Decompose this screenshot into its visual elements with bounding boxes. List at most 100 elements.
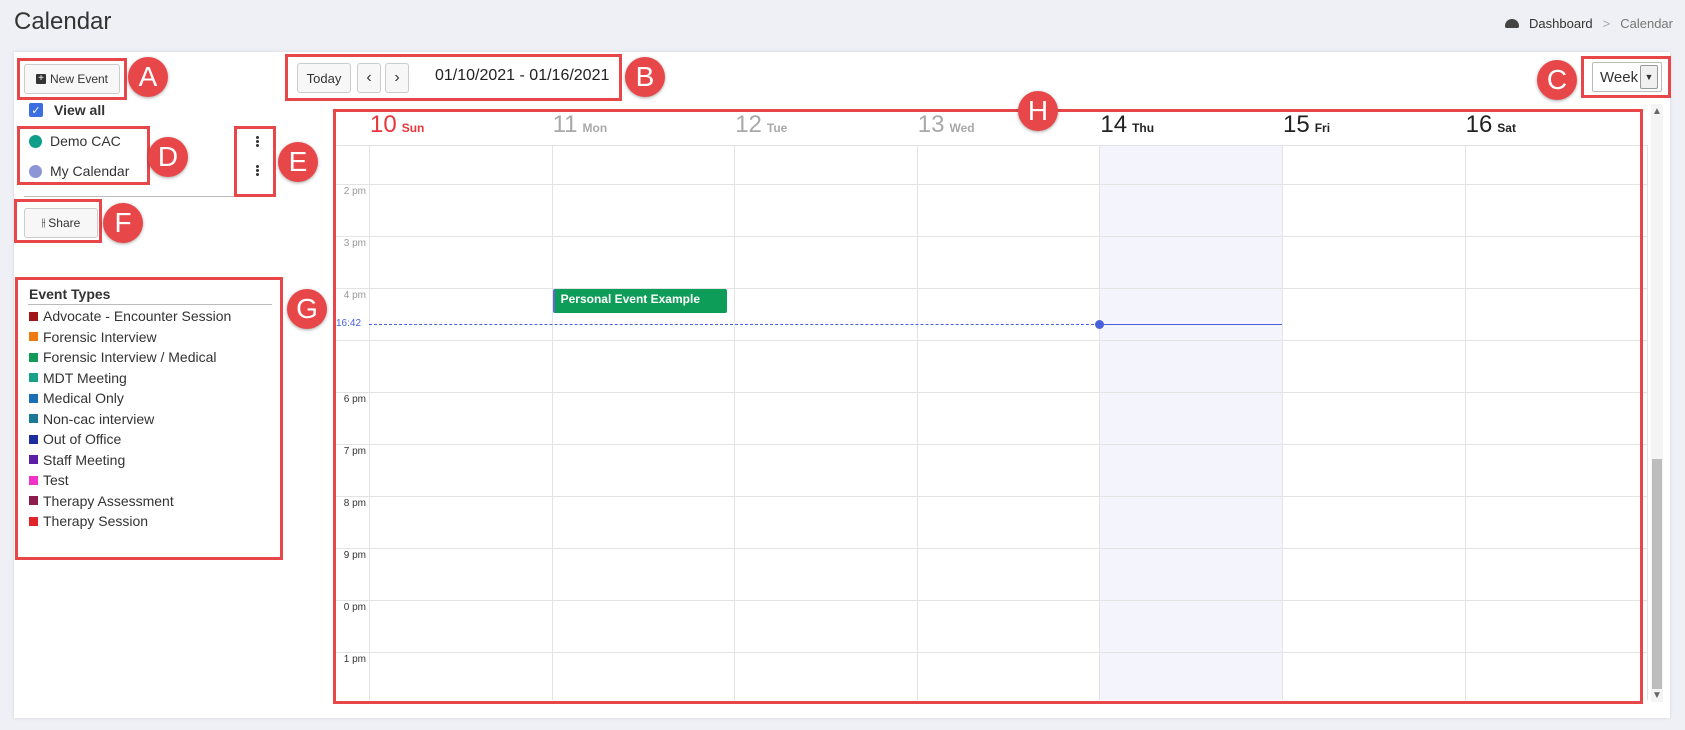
event-type-item: Staff Meeting — [29, 451, 125, 469]
event-type-item: Medical Only — [29, 389, 124, 407]
calendar-item[interactable]: My Calendar — [29, 163, 129, 179]
week-grid[interactable]: 10 Sun 11 Mon 12 Tue 13 Wed 14 Thu 15 Fri 16 Sat 2 pm 3… — [336, 110, 1649, 700]
event-type-swatch — [29, 414, 38, 423]
day-column-divider — [734, 145, 736, 700]
day-header-wed[interactable]: 13 Wed — [918, 111, 975, 139]
calendar-color-dot — [29, 164, 42, 178]
breadcrumb-dashboard-link[interactable]: Dashboard — [1529, 16, 1593, 31]
time-label: 4 pm — [343, 290, 366, 301]
time-label: 3 pm — [343, 238, 366, 249]
calendar-item[interactable]: Demo CAC — [29, 133, 121, 149]
event-type-swatch — [29, 332, 38, 341]
day-column-divider — [916, 145, 918, 700]
view-select-value: Week — [1600, 68, 1639, 86]
day-name: Tue — [766, 121, 788, 135]
new-event-button[interactable]: + New Event — [24, 64, 120, 94]
event-type-label: Advocate - Encounter Session — [43, 308, 232, 324]
breadcrumb-separator: > — [1602, 16, 1611, 31]
annotation-badge: D — [148, 137, 188, 177]
event-type-label: Forensic Interview — [43, 328, 157, 345]
annotation-badge: E — [278, 142, 318, 182]
event-type-swatch — [29, 496, 38, 505]
share-icon: ⫲ — [41, 216, 46, 229]
event-type-swatch — [29, 434, 38, 444]
next-week-button[interactable]: › — [385, 63, 409, 93]
hour-line — [336, 652, 1648, 653]
event-type-item: Out of Office — [29, 430, 121, 448]
view-select[interactable]: Week ▼ — [1592, 62, 1662, 92]
day-header-fri[interactable]: 15 Fri — [1283, 111, 1330, 139]
view-all-label: View all — [54, 102, 106, 118]
day-name: Wed — [949, 121, 975, 135]
share-button[interactable]: ⫲ Share — [24, 208, 98, 238]
calendar-name: Demo CAC — [50, 133, 121, 149]
day-number: 12 — [735, 111, 762, 138]
day-name: Mon — [582, 121, 608, 135]
day-column-divider — [551, 145, 553, 700]
event-type-item: Forensic Interview / Medical — [29, 348, 217, 366]
event-type-swatch — [29, 373, 38, 382]
day-header-tue[interactable]: 12 Tue — [735, 111, 787, 139]
hour-line — [336, 496, 1648, 497]
today-button[interactable]: Today — [297, 63, 351, 93]
hour-line — [336, 548, 1648, 549]
plus-square-icon: + — [35, 74, 46, 84]
calendar-menu-icon[interactable] — [254, 135, 260, 148]
day-number: 10 — [370, 111, 397, 138]
annotation-badge: H — [1018, 91, 1058, 131]
day-column-divider — [1282, 145, 1283, 700]
calendar-menu-icon[interactable] — [254, 164, 260, 177]
event-type-label: Staff Meeting — [43, 451, 126, 468]
annotation-badge: F — [103, 203, 143, 243]
event-type-item: Non-cac interview — [29, 410, 154, 428]
event-type-swatch — [29, 352, 38, 362]
hour-line — [336, 340, 1648, 341]
time-label: 2 pm — [343, 186, 366, 197]
current-time-label: 16:42 — [336, 318, 362, 330]
day-header-sat[interactable]: 16 Sat — [1466, 111, 1516, 139]
day-column-divider — [369, 145, 370, 700]
time-label: 7 pm — [343, 446, 366, 457]
event-types-title: Event Types — [29, 286, 111, 302]
prev-week-button[interactable]: ‹ — [357, 63, 381, 93]
grid-scrollbar[interactable]: ▲ ▼ — [1651, 104, 1663, 702]
chevron-down-icon: ▼ — [1640, 65, 1658, 89]
event-types-divider — [28, 304, 272, 305]
event-type-item: Therapy Session — [29, 512, 148, 530]
day-header-thu[interactable]: 14 Thu — [1100, 111, 1154, 139]
time-label: 0 pm — [343, 602, 366, 613]
day-header-mon[interactable]: 11 Mon — [553, 111, 608, 139]
event-type-label: Test — [43, 472, 69, 488]
hour-line — [336, 392, 1648, 393]
scroll-up-icon[interactable]: ▲ — [1651, 106, 1663, 118]
dashboard-icon — [1505, 19, 1520, 28]
day-column-divider — [1464, 145, 1466, 700]
event-type-item: Forensic Interview — [29, 328, 157, 346]
hour-line — [336, 288, 1648, 289]
day-number: 13 — [917, 111, 945, 138]
page-title: Calendar — [14, 8, 112, 35]
day-column-divider — [1647, 145, 1649, 700]
date-range-label: 01/10/2021 - 01/16/2021 — [435, 67, 610, 84]
annotation-badge: A — [128, 57, 168, 97]
event-type-swatch — [29, 455, 38, 464]
time-label: 8 pm — [343, 498, 366, 509]
header-divider — [336, 145, 1648, 146]
sidebar-divider — [24, 196, 260, 197]
time-label: 1 pm — [343, 654, 366, 665]
day-name: Sun — [401, 121, 425, 135]
scroll-down-icon[interactable]: ▼ — [1651, 690, 1663, 702]
calendar-name: My Calendar — [50, 163, 130, 179]
day-header-sun[interactable]: 10 Sun — [370, 111, 424, 139]
scrollbar-thumb[interactable] — [1652, 459, 1662, 689]
hour-line — [336, 236, 1648, 237]
day-number: 14 — [1100, 111, 1128, 138]
view-all-checkbox[interactable]: ✓ — [29, 103, 43, 117]
event-type-item: Therapy Assessment — [29, 492, 174, 510]
breadcrumb-current: Calendar — [1620, 16, 1673, 31]
calendar-event[interactable]: Personal Event Example — [552, 289, 728, 313]
event-type-label: Therapy Assessment — [43, 492, 174, 509]
new-event-label: New Event — [49, 72, 109, 86]
share-label: Share — [48, 216, 81, 230]
day-name: Thu — [1132, 121, 1155, 135]
